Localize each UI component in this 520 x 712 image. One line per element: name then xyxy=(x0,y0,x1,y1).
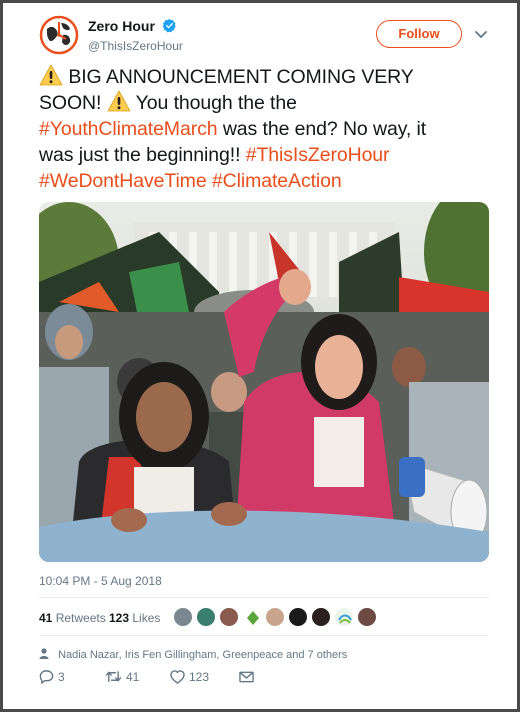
like-button[interactable]: 123 xyxy=(170,669,209,684)
liker-avatar[interactable] xyxy=(173,607,193,627)
person-icon xyxy=(39,648,49,659)
envelope-icon xyxy=(239,671,254,683)
heart-icon xyxy=(170,670,185,684)
leaf-icon xyxy=(247,611,259,625)
tweet-timestamp[interactable]: 10:04 PM - 5 Aug 2018 xyxy=(39,574,162,588)
divider xyxy=(39,597,489,598)
account-identity[interactable]: Zero Hour @ThisIsZeroHour xyxy=(88,17,183,53)
globe-icon xyxy=(338,614,352,624)
zero-hour-logo-icon xyxy=(39,15,79,55)
retweets-stat[interactable]: 41 Retweets xyxy=(39,611,106,625)
retweets-label: Retweets xyxy=(55,611,106,625)
warning-emoji-icon xyxy=(107,90,131,112)
liker-avatar[interactable] xyxy=(288,607,308,627)
hashtag-thisiszerohour[interactable]: #ThisIsZeroHour xyxy=(246,144,390,166)
tweet-text-line4: was just the beginning!! xyxy=(39,144,241,166)
social-context-text: Nadia Nazar, Iris Fen Gillingham, Greenp… xyxy=(58,649,348,661)
likes-label: Likes xyxy=(132,611,161,625)
warning-emoji-icon xyxy=(39,64,63,86)
reply-icon xyxy=(39,670,54,685)
social-context[interactable]: Nadia Nazar, Iris Fen Gillingham, Greenp… xyxy=(39,648,347,661)
reply-count: 3 xyxy=(58,669,65,684)
chevron-down-icon[interactable] xyxy=(474,27,488,41)
tweet-header: Zero Hour @ThisIsZeroHour Follow xyxy=(39,15,499,55)
tweet-text-line1: BIG ANNOUNCEMENT COMING VERY xyxy=(68,66,414,88)
account-name[interactable]: Zero Hour xyxy=(88,18,155,34)
tweet-text-line2: You though the the xyxy=(135,92,297,114)
likes-count: 123 xyxy=(109,611,130,625)
retweet-count: 41 xyxy=(126,669,140,684)
verified-badge-icon xyxy=(163,19,177,33)
liker-avatar[interactable] xyxy=(242,607,262,627)
tweet-card: Zero Hour @ThisIsZeroHour Follow BIG ANN… xyxy=(0,0,520,712)
retweets-count: 41 xyxy=(39,611,53,625)
avatar[interactable] xyxy=(39,15,79,55)
liker-avatar[interactable] xyxy=(265,607,285,627)
retweet-icon xyxy=(105,671,122,683)
tweet-text-line3: was the end? No way, it xyxy=(222,118,427,140)
follow-button[interactable]: Follow xyxy=(376,20,462,48)
protest-photo xyxy=(39,202,489,562)
likes-stat[interactable]: 123 Likes xyxy=(109,611,160,625)
hashtag-climateaction[interactable]: #ClimateAction xyxy=(212,170,342,192)
liker-avatar[interactable] xyxy=(196,607,216,627)
liker-avatar[interactable] xyxy=(334,607,354,627)
direct-message-button[interactable] xyxy=(239,669,254,683)
reply-button[interactable]: 3 xyxy=(39,669,65,685)
retweet-button[interactable]: 41 xyxy=(105,669,139,684)
liker-avatar[interactable] xyxy=(311,607,331,627)
tweet-text-soon: SOON! xyxy=(39,92,102,114)
hashtag-wedonthavetime[interactable]: #WeDontHaveTime xyxy=(39,170,207,192)
liker-avatar[interactable] xyxy=(219,607,239,627)
hashtag-youthclimatemarch[interactable]: #YouthClimateMarch xyxy=(39,118,218,140)
tweet-text: BIG ANNOUNCEMENT COMING VERY SOON! You t… xyxy=(39,64,491,194)
like-count: 123 xyxy=(189,669,210,684)
liker-avatar[interactable] xyxy=(357,607,377,627)
tweet-photo[interactable] xyxy=(39,202,489,562)
divider xyxy=(39,635,489,636)
account-handle: @ThisIsZeroHour xyxy=(88,39,183,53)
